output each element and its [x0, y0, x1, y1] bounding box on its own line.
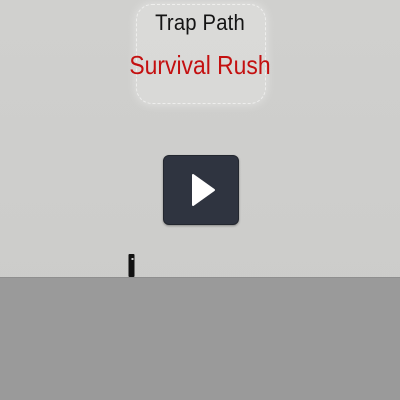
play-button[interactable]	[163, 155, 239, 225]
game-title: Trap Path	[155, 10, 245, 35]
game-scene: Trap Path Survival Rush	[0, 0, 400, 400]
ground-platform	[0, 277, 400, 400]
play-icon	[192, 174, 215, 206]
player-character	[128, 254, 135, 278]
game-subtitle: Survival Rush	[129, 50, 271, 80]
